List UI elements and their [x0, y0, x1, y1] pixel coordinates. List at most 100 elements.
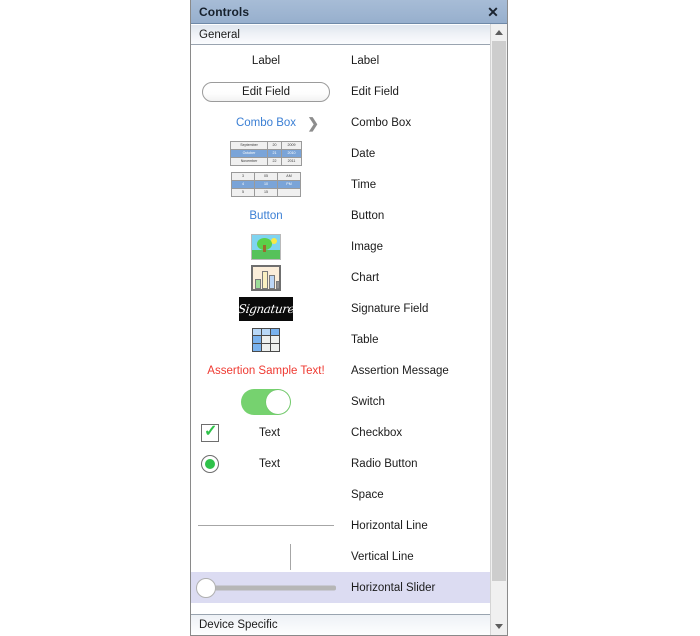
switch-toggle[interactable] — [241, 388, 291, 415]
chevron-right-icon: ❯ — [307, 114, 319, 131]
vertical-scrollbar[interactable] — [490, 24, 507, 635]
slider-track[interactable] — [204, 585, 336, 590]
preview-date: September 20 2009 October 21 2010 Novemb… — [191, 138, 341, 169]
table-icon-row — [252, 342, 280, 352]
preview-chart — [191, 262, 341, 293]
list-item-image[interactable]: Image — [191, 231, 490, 262]
list-item-checkbox-text: Checkbox — [351, 426, 403, 439]
horizontal-line-icon — [198, 525, 334, 526]
preview-signature-field: Signature — [191, 293, 341, 324]
date-day: 22 — [267, 157, 282, 166]
list-item-label-text: Label — [351, 54, 380, 67]
edit-field-input[interactable]: Edit Field — [202, 81, 330, 102]
date-picker-row: September 20 2009 — [230, 141, 302, 150]
group-header-general[interactable]: General — [191, 24, 490, 45]
time-meridiem: PM — [277, 180, 301, 189]
table-icon-cell — [270, 335, 280, 344]
list-item-button-text: Button — [351, 209, 385, 222]
combo-box-value: Combo Box — [235, 116, 297, 129]
time-picker-row: 3 05 AM — [231, 172, 301, 181]
list-item-horizontal-line[interactable]: Horizontal Line — [191, 510, 490, 541]
list-item-edit-field-text: Edit Field — [351, 85, 399, 98]
time-picker-row: 5 15 — [231, 188, 301, 197]
date-month: October — [230, 149, 268, 158]
preview-assertion-message: Assertion Sample Text! — [191, 355, 341, 386]
preview-horizontal-slider — [191, 572, 341, 603]
list-item-table[interactable]: Table — [191, 324, 490, 355]
date-month: November — [230, 157, 268, 166]
checkbox-input[interactable]: ✓ — [201, 423, 219, 442]
list-item-button[interactable]: Button Button — [191, 200, 490, 231]
list-item-radio-button-text: Radio Button — [351, 457, 418, 470]
chevron-up-icon — [495, 30, 503, 35]
controls-content-column: General Label Label Edit Field Edit Fiel… — [191, 24, 490, 635]
scroll-up-button[interactable] — [491, 24, 507, 41]
table-icon-cell — [261, 335, 271, 344]
panel-title: Controls — [199, 4, 250, 19]
preview-combo-box: Combo Box ❯ — [191, 107, 341, 138]
time-picker-spinner[interactable]: 3 05 AM 4 10 PM 5 15 — [231, 172, 301, 197]
chart-bar — [269, 274, 275, 289]
list-item-edit-field[interactable]: Edit Field Edit Field — [191, 76, 490, 107]
scrollbar-thumb[interactable] — [492, 41, 506, 581]
list-item-table-text: Table — [351, 333, 379, 346]
preview-time: 3 05 AM 4 10 PM 5 15 — [191, 169, 341, 200]
panel-titlebar: Controls ✕ — [191, 0, 507, 24]
list-item-space[interactable]: Space — [191, 479, 490, 510]
list-item-date[interactable]: September 20 2009 October 21 2010 Novemb… — [191, 138, 490, 169]
preview-label: Label — [191, 45, 341, 76]
assertion-sample-text: Assertion Sample Text! — [207, 364, 325, 377]
group-header-device-specific[interactable]: Device Specific — [191, 614, 490, 635]
image-grass — [252, 250, 280, 259]
scrollbar-track[interactable] — [491, 41, 507, 618]
table-icon-row — [252, 335, 280, 344]
radio-input[interactable] — [201, 454, 219, 473]
list-item-combo-box-text: Combo Box — [351, 116, 412, 129]
image-thumbnail-icon — [251, 233, 281, 260]
time-hour: 4 — [231, 180, 255, 189]
date-picker-row: November 22 2011 — [230, 157, 302, 166]
table-icon-cell — [252, 335, 262, 344]
list-item-assertion-message-text: Assertion Message — [351, 364, 449, 377]
date-day: 21 — [267, 149, 282, 158]
radio-label: Text — [259, 457, 281, 470]
slider-thumb[interactable] — [196, 577, 216, 598]
preview-space — [191, 479, 341, 510]
scroll-down-button[interactable] — [491, 618, 507, 635]
list-item-combo-box[interactable]: Combo Box ❯ Combo Box — [191, 107, 490, 138]
controls-panel: Controls ✕ General Label Label Edit Fiel… — [190, 0, 508, 636]
panel-body: General Label Label Edit Field Edit Fiel… — [191, 24, 507, 635]
combo-box-control[interactable]: Combo Box ❯ — [191, 114, 341, 131]
sample-button[interactable]: Button — [249, 210, 282, 222]
time-picker-row-selected: 4 10 PM — [231, 180, 301, 189]
list-item-date-text: Date — [351, 147, 376, 160]
list-item-vertical-line[interactable]: Vertical Line — [191, 541, 490, 572]
list-item-label[interactable]: Label Label — [191, 45, 490, 76]
list-item-assertion-message[interactable]: Assertion Sample Text! Assertion Message — [191, 355, 490, 386]
list-item-radio-button[interactable]: Text Radio Button — [191, 448, 490, 479]
list-item-signature-field[interactable]: Signature Signature Field — [191, 293, 490, 324]
list-item-checkbox[interactable]: ✓ Text Checkbox — [191, 417, 490, 448]
radio-dot-icon — [205, 458, 215, 469]
list-item-space-text: Space — [351, 488, 384, 501]
close-icon[interactable]: ✕ — [485, 4, 501, 20]
time-hour: 3 — [231, 172, 255, 181]
checkbox-label: Text — [259, 426, 281, 439]
bar-chart-icon — [251, 264, 281, 291]
chart-bar — [255, 278, 261, 289]
chart-bar — [276, 280, 279, 289]
time-meridiem — [277, 188, 301, 197]
preview-image — [191, 231, 341, 262]
list-item-switch[interactable]: Switch — [191, 386, 490, 417]
list-item-horizontal-slider[interactable]: Horizontal Slider — [191, 572, 490, 603]
date-picker-spinner[interactable]: September 20 2009 October 21 2010 Novemb… — [230, 141, 302, 166]
horizontal-slider-control[interactable] — [196, 577, 336, 599]
table-icon-row — [252, 327, 280, 337]
list-item-chart[interactable]: Chart — [191, 262, 490, 293]
list-item-time[interactable]: 3 05 AM 4 10 PM 5 15 Time — [191, 169, 490, 200]
preview-vertical-line — [191, 541, 341, 572]
preview-switch — [191, 386, 341, 417]
date-day: 20 — [267, 141, 282, 150]
controls-list: Label Label Edit Field Edit Field Combo … — [191, 45, 490, 614]
preview-checkbox: ✓ Text — [191, 417, 341, 448]
